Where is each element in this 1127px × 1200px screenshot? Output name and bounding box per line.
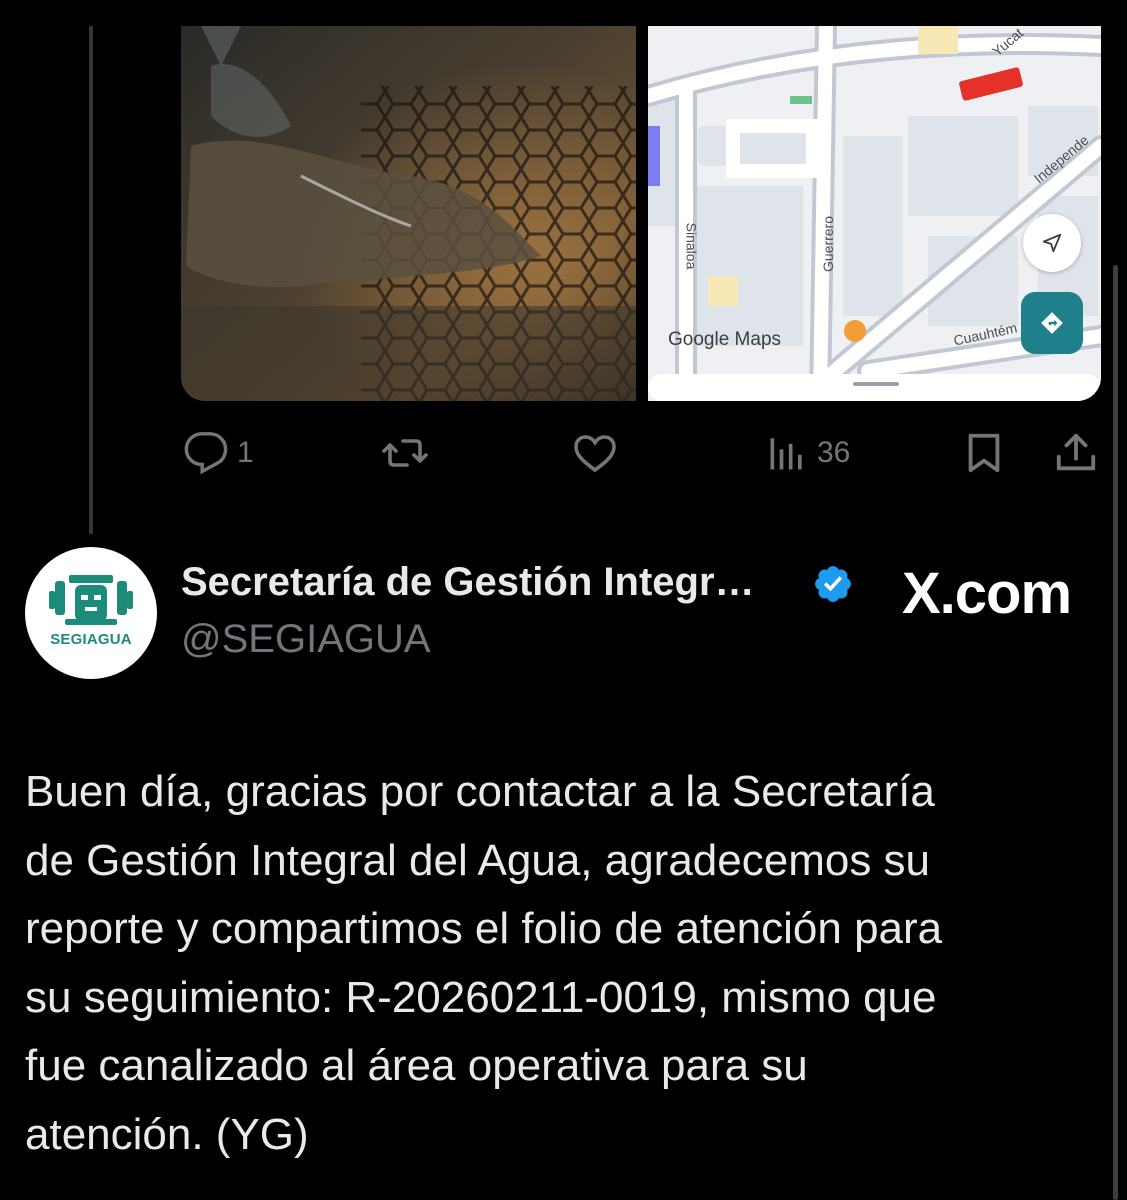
thread-connector-line xyxy=(89,26,93,534)
share-icon xyxy=(1056,433,1096,471)
google-maps-logo: Google Maps xyxy=(668,329,782,350)
views-button[interactable]: 36 xyxy=(765,425,850,481)
map-recenter-button[interactable] xyxy=(1023,214,1081,272)
reply-button[interactable]: 1 xyxy=(183,425,254,481)
author-display-name[interactable]: Secretaría de Gestión Integr… xyxy=(181,560,755,605)
repost-icon xyxy=(382,439,428,467)
navigation-arrow-icon xyxy=(1042,233,1062,253)
bookmark-button[interactable] xyxy=(961,425,1007,481)
heart-icon xyxy=(574,435,616,473)
map-directions-button[interactable] xyxy=(1021,292,1083,354)
avatar-label: SEGIAGUA xyxy=(50,631,132,648)
views-count: 36 xyxy=(817,436,851,469)
views-chart-icon xyxy=(770,438,802,470)
repost-button[interactable] xyxy=(381,425,429,481)
like-button[interactable] xyxy=(571,425,619,481)
reply-count: 1 xyxy=(237,436,254,469)
tweet-action-bar: 1 36 xyxy=(181,425,1101,481)
location-map[interactable]: Sinaloa Guerrero Independe Cuauhtém Yuca… xyxy=(648,26,1101,401)
verified-badge-icon xyxy=(815,566,851,602)
street-label-sinaloa: Sinaloa xyxy=(683,222,700,270)
segiagua-logo-emblem xyxy=(49,575,133,625)
avatar[interactable]: SEGIAGUA xyxy=(25,547,157,679)
wet-cobblestone-image xyxy=(181,26,636,401)
directions-icon xyxy=(1041,312,1063,334)
source-watermark: X.com xyxy=(902,561,1072,626)
tweet-text: Buen día, gracias por contactar a la Sec… xyxy=(25,767,943,1159)
author-handle[interactable]: @SEGIAGUA xyxy=(181,617,431,662)
share-button[interactable] xyxy=(1053,425,1099,481)
reply-icon xyxy=(184,432,228,475)
street-label-guerrero: Guerrero xyxy=(820,215,837,273)
bookmark-icon xyxy=(968,433,1000,473)
tweet-media-grid[interactable]: Sinaloa Guerrero Independe Cuauhtém Yuca… xyxy=(181,26,1101,401)
street-photo[interactable] xyxy=(181,26,636,401)
scrollbar[interactable] xyxy=(1113,265,1118,1200)
